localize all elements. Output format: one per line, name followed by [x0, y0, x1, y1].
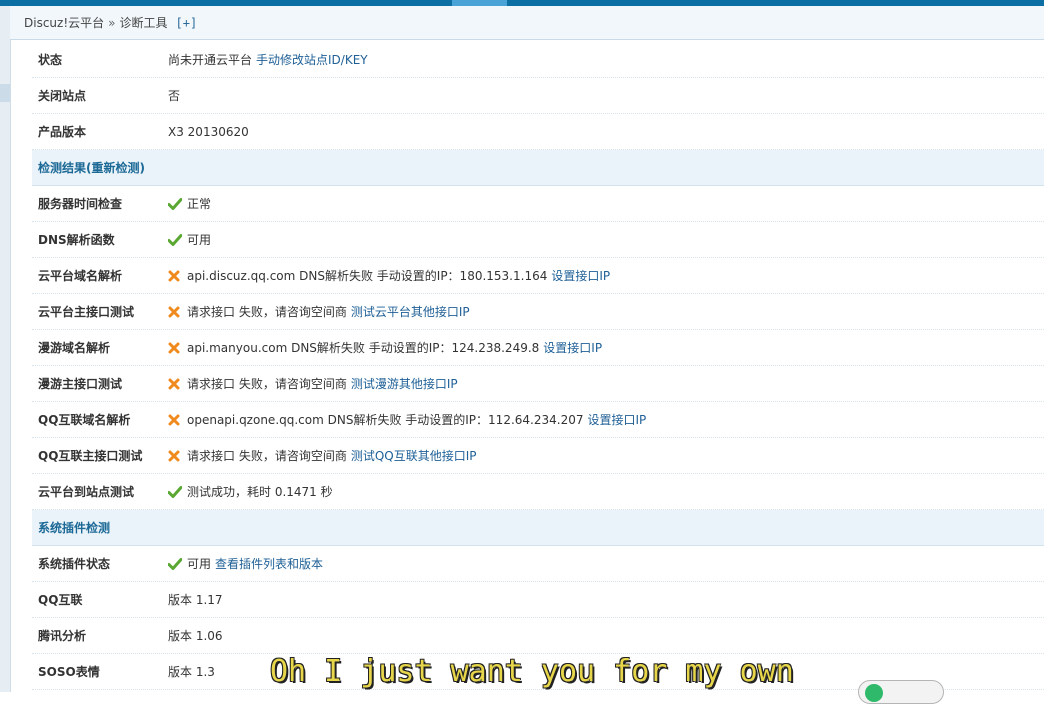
- section-header-plugins: 系统插件检测: [32, 510, 1044, 546]
- row-action-link[interactable]: 设置接口IP: [551, 267, 610, 284]
- table-row: 漫游主接口测试 请求接口 失败，请咨询空间商 测试漫游其他接口IP: [32, 366, 1044, 402]
- row-value-text: 尚未开通云平台: [168, 53, 253, 67]
- row-label: 云平台主接口测试: [38, 305, 135, 319]
- row-value: api.discuz.qq.com DNS解析失败 手动设置的IP：180.15…: [168, 267, 610, 284]
- section-title-plugins: 系统插件检测: [38, 521, 111, 535]
- row-label: QQ互联: [38, 593, 83, 607]
- row-value: 版本 1.3: [168, 663, 215, 680]
- table-row: QQ互联域名解析 openapi.qzone.qq.com DNS解析失败 手动设…: [32, 402, 1044, 438]
- row-value-text: 可用: [187, 233, 212, 247]
- table-row: DNS解析函数 可用: [32, 222, 1044, 258]
- table-row: 云平台主接口测试 请求接口 失败，请咨询空间商 测试云平台其他接口IP: [32, 294, 1044, 330]
- section-header-checks: 检测结果(重新检测): [32, 150, 1044, 186]
- row-label: 云平台到站点测试: [38, 485, 135, 499]
- row-value: 版本 1.17: [168, 591, 223, 608]
- breadcrumb: Discuz!云平台 » 诊断工具 [+]: [10, 6, 1044, 40]
- info-rows: 状态 尚未开通云平台 手动修改站点ID/KEY 关闭站点 否产品版本 X3 2013062…: [32, 42, 1044, 150]
- row-value: X3 20130620: [168, 125, 249, 139]
- table-row: 产品版本 X3 20130620: [32, 114, 1044, 150]
- table-row: QQ互联 版本 1.17: [32, 582, 1044, 618]
- cross-icon: [168, 270, 180, 281]
- row-label: 服务器时间检查: [38, 197, 123, 211]
- left-sidebar-strip: [0, 6, 11, 692]
- row-label: 关闭站点: [38, 89, 87, 103]
- row-value-text: X3 20130620: [168, 124, 249, 139]
- row-label: QQ互联主接口测试: [38, 449, 143, 463]
- expand-toggle[interactable]: [+]: [176, 16, 198, 30]
- table-row: 云平台到站点测试 测试成功，耗时 0.1471 秒: [32, 474, 1044, 510]
- row-action-link[interactable]: 设置接口IP: [543, 339, 602, 356]
- row-value: 测试成功，耗时 0.1471 秒: [168, 483, 333, 500]
- row-value: 可用 查看插件列表和版本: [168, 555, 323, 572]
- checkmark-icon: [168, 485, 182, 498]
- row-label: 腾讯分析: [38, 629, 87, 643]
- breadcrumb-current: 诊断工具: [119, 16, 168, 30]
- row-label: 漫游域名解析: [38, 341, 111, 355]
- row-value-text: api.discuz.qq.com DNS解析失败 手动设置的IP：180.15…: [187, 269, 548, 283]
- row-label: 状态: [38, 53, 63, 67]
- table-row: 系统插件状态 可用 查看插件列表和版本: [32, 546, 1044, 582]
- row-action-link[interactable]: 测试QQ互联其他接口IP: [351, 447, 477, 464]
- checkmark-icon: [168, 233, 182, 246]
- row-action-link[interactable]: 设置接口IP: [587, 411, 646, 428]
- row-value-text: 版本 1.06: [168, 629, 223, 643]
- breadcrumb-root-link[interactable]: Discuz!云平台: [24, 14, 104, 31]
- row-value: openapi.qzone.qq.com DNS解析失败 手动设置的IP：112…: [168, 411, 646, 428]
- checkmark-icon: [168, 557, 182, 570]
- row-value-text: api.manyou.com DNS解析失败 手动设置的IP：124.238.2…: [187, 341, 540, 355]
- row-value-text: 请求接口 失败，请咨询空间商: [187, 449, 347, 463]
- cross-icon: [168, 450, 180, 461]
- row-value: 否: [168, 87, 180, 104]
- row-value: 请求接口 失败，请咨询空间商 测试QQ互联其他接口IP: [168, 447, 477, 464]
- breadcrumb-separator: »: [108, 15, 116, 30]
- cross-icon: [168, 306, 180, 317]
- row-label: 云平台域名解析: [38, 269, 123, 283]
- row-action-link[interactable]: 查看插件列表和版本: [215, 555, 323, 572]
- table-row: 腾讯分析 版本 1.06: [32, 618, 1044, 654]
- check-rows: 服务器时间检查 正常 DNS解析函数 可用云平台域名解析 api.discuz.qq.c…: [32, 186, 1044, 510]
- row-value-text: openapi.qzone.qq.com DNS解析失败 手动设置的IP：112…: [187, 413, 584, 427]
- row-value-text: 版本 1.17: [168, 593, 223, 607]
- status-dot-icon: [865, 684, 883, 702]
- row-label: 漫游主接口测试: [38, 377, 123, 391]
- table-row: 云平台域名解析 api.discuz.qq.com DNS解析失败 手动设置的IP…: [32, 258, 1044, 294]
- row-value: 正常: [168, 195, 211, 212]
- video-subtitle-overlay: Oh I just want you for my own: [270, 654, 794, 689]
- cross-icon: [168, 378, 180, 389]
- row-value-text: 请求接口 失败，请咨询空间商: [187, 305, 347, 319]
- diagnostics-panel: 状态 尚未开通云平台 手动修改站点ID/KEY 关闭站点 否产品版本 X3 2013062…: [32, 42, 1044, 690]
- row-value-text: 可用: [187, 557, 212, 571]
- cross-icon: [168, 414, 180, 425]
- row-value: 请求接口 失败，请咨询空间商 测试云平台其他接口IP: [168, 303, 470, 320]
- row-action-link[interactable]: 测试漫游其他接口IP: [351, 375, 458, 392]
- checkmark-icon: [168, 197, 182, 210]
- table-row: 服务器时间检查 正常: [32, 186, 1044, 222]
- table-row: 关闭站点 否: [32, 78, 1044, 114]
- table-row: 状态 尚未开通云平台 手动修改站点ID/KEY: [32, 42, 1044, 78]
- row-label: 系统插件状态: [38, 557, 111, 571]
- row-label: QQ互联域名解析: [38, 413, 131, 427]
- row-value: api.manyou.com DNS解析失败 手动设置的IP：124.238.2…: [168, 339, 602, 356]
- row-value-text: 正常: [187, 197, 212, 211]
- row-value-text: 版本 1.3: [168, 665, 215, 679]
- row-value: 尚未开通云平台 手动修改站点ID/KEY: [168, 51, 368, 68]
- row-action-link[interactable]: 测试云平台其他接口IP: [351, 303, 470, 320]
- row-label: SOSO表情: [38, 665, 100, 679]
- row-label: 产品版本: [38, 125, 87, 139]
- table-row: QQ互联主接口测试 请求接口 失败，请咨询空间商 测试QQ互联其他接口IP: [32, 438, 1044, 474]
- floating-widget[interactable]: [858, 680, 944, 704]
- row-action-link[interactable]: 手动修改站点ID/KEY: [256, 51, 368, 68]
- row-value-text: 测试成功，耗时 0.1471 秒: [187, 485, 333, 499]
- table-row: 漫游域名解析 api.manyou.com DNS解析失败 手动设置的IP：124…: [32, 330, 1044, 366]
- sidebar-marker: [0, 84, 10, 102]
- row-value: 请求接口 失败，请咨询空间商 测试漫游其他接口IP: [168, 375, 458, 392]
- row-value: 可用: [168, 231, 211, 248]
- cross-icon: [168, 342, 180, 353]
- row-value-text: 请求接口 失败，请咨询空间商: [187, 377, 347, 391]
- row-label: DNS解析函数: [38, 233, 115, 247]
- row-value: 版本 1.06: [168, 627, 223, 644]
- section-title-checks[interactable]: 检测结果(重新检测): [38, 159, 145, 176]
- row-value-text: 否: [168, 89, 181, 103]
